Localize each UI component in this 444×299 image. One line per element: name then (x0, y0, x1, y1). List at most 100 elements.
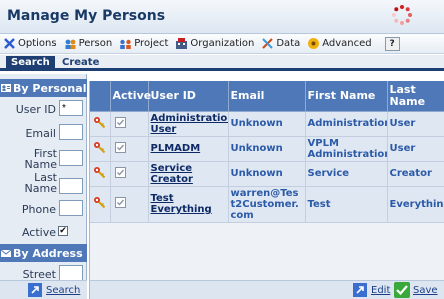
search-button-label: Search (46, 284, 81, 296)
edit-arrow-icon (353, 283, 367, 297)
menu-item-label: Organization (190, 38, 255, 49)
menu-item-label: Advanced (322, 38, 372, 49)
active-cell (110, 136, 149, 162)
street-input[interactable] (59, 265, 83, 281)
edit-button-label: Edit (371, 284, 391, 296)
first-name-cell: VPLM Administration (305, 136, 388, 162)
by-address-label: By Address (13, 246, 83, 260)
user-id-cell[interactable]: Test Everything (148, 186, 229, 223)
email-cell: Unknown (228, 111, 306, 137)
menu-bar: Options Person Project Organization Data Adva… (0, 34, 444, 54)
user-id-label: User ID (15, 103, 56, 116)
tab-create[interactable]: Create (57, 56, 104, 71)
key-icon[interactable] (93, 196, 106, 209)
search-panel: By Personal User ID Email First Name Las… (0, 74, 87, 299)
results-footer: Edit Save (89, 280, 444, 299)
envelope-icon (1, 249, 11, 257)
menu-item-person[interactable]: Person (64, 37, 113, 50)
column-header-last-name[interactable]: Last Name (387, 81, 444, 112)
first-name-cell: Administration (305, 111, 388, 137)
arrow-square-icon (28, 283, 42, 297)
menu-item-data[interactable]: Data (261, 37, 300, 50)
organization-icon (176, 38, 188, 49)
last-name-cell: User (387, 111, 444, 137)
row-icon-cell (90, 186, 111, 223)
user-id-cell[interactable]: Administration User (148, 111, 229, 137)
row-icon-cell (90, 136, 111, 162)
column-header-first-name[interactable]: First Name (305, 81, 388, 112)
by-personal-section[interactable]: By Personal (0, 79, 87, 97)
menu-item-organization[interactable]: Organization (175, 37, 254, 50)
checkbox-checked-icon[interactable] (114, 166, 126, 178)
active-cell (110, 186, 149, 223)
first-name-input[interactable] (59, 150, 83, 166)
person-icon (65, 39, 76, 49)
last-name-cell: Creator (387, 161, 444, 187)
menu-item-label: Person (78, 38, 113, 49)
user-id-cell[interactable]: PLMADM (148, 136, 229, 162)
menu-item-options[interactable]: Options (3, 37, 57, 50)
email-cell: warren@Test2Customer.com (228, 186, 306, 223)
data-icon (262, 38, 274, 49)
user-id-cell[interactable]: Service Creator (148, 161, 229, 187)
menu-item-label: Data (276, 38, 301, 49)
email-label: Email (25, 127, 56, 140)
by-address-section[interactable]: By Address (0, 244, 87, 262)
first-name-cell: Test (305, 186, 388, 223)
phone-label: Phone (21, 203, 56, 216)
last-name-input[interactable] (59, 178, 83, 194)
tab-bar: Search Create (0, 55, 444, 71)
tab-search[interactable]: Search (6, 56, 55, 71)
by-personal-label: By Personal (13, 81, 87, 95)
email-cell: Unknown (228, 161, 306, 187)
search-button[interactable]: Search (28, 283, 80, 297)
menu-item-label: Project (134, 38, 169, 49)
help-button[interactable]: ? (384, 36, 400, 51)
active-checkbox[interactable]: ✔ (58, 226, 68, 236)
advanced-icon (308, 38, 320, 49)
save-button-label: Save (413, 284, 438, 296)
table-header-row: Active User ID Email First Name Last Nam… (90, 81, 444, 112)
key-icon[interactable] (93, 141, 106, 154)
checkbox-checked-icon[interactable] (114, 141, 126, 153)
checkbox-checked-icon[interactable] (114, 197, 126, 208)
phone-input[interactable] (59, 200, 83, 216)
active-cell (110, 111, 149, 137)
menu-item-label: Options (18, 38, 57, 49)
menu-item-project[interactable]: Project (119, 37, 168, 50)
email-input[interactable] (59, 124, 83, 140)
table-row[interactable]: PLMADM Unknown VPLM Administration User (90, 136, 444, 162)
last-name-cell: User (387, 136, 444, 162)
checkmark-icon (394, 282, 410, 298)
results-table: Active User ID Email First Name Last Nam… (90, 81, 444, 223)
options-icon (4, 38, 15, 49)
street-label: Street (22, 268, 56, 281)
first-name-label: First Name (24, 147, 57, 171)
first-name-cell: Service (305, 161, 388, 187)
icon-column-header (90, 81, 111, 112)
title-bar: Manage My Persons (0, 0, 444, 34)
row-icon-cell (90, 161, 111, 187)
edit-button[interactable]: Edit (353, 283, 390, 297)
loading-spinner-icon (392, 5, 412, 25)
last-name-label: Last Name (24, 171, 57, 195)
project-icon (120, 39, 132, 49)
key-icon[interactable] (93, 166, 106, 179)
table-row[interactable]: Test Everything warren@Test2Customer.com T… (90, 186, 444, 223)
user-id-input[interactable] (59, 100, 83, 116)
table-row[interactable]: Administration User Unknown Administration… (90, 111, 444, 137)
table-row[interactable]: Service Creator Unknown Service Creator (90, 161, 444, 187)
person-card-icon (1, 84, 11, 92)
results-grid: Active User ID Email First Name Last Nam… (89, 81, 444, 280)
last-name-cell: Everything (387, 186, 444, 223)
column-header-active[interactable]: Active (110, 81, 151, 112)
save-button[interactable]: Save (394, 282, 438, 298)
checkbox-checked-icon[interactable] (114, 116, 126, 128)
search-footer: Search (0, 280, 87, 299)
key-icon[interactable] (93, 116, 106, 129)
column-header-user-id[interactable]: User ID (148, 81, 229, 112)
menu-item-advanced[interactable]: Advanced (307, 37, 372, 50)
column-header-email[interactable]: Email (228, 81, 306, 112)
active-label: Active (21, 226, 56, 239)
page-title: Manage My Persons (7, 8, 166, 24)
